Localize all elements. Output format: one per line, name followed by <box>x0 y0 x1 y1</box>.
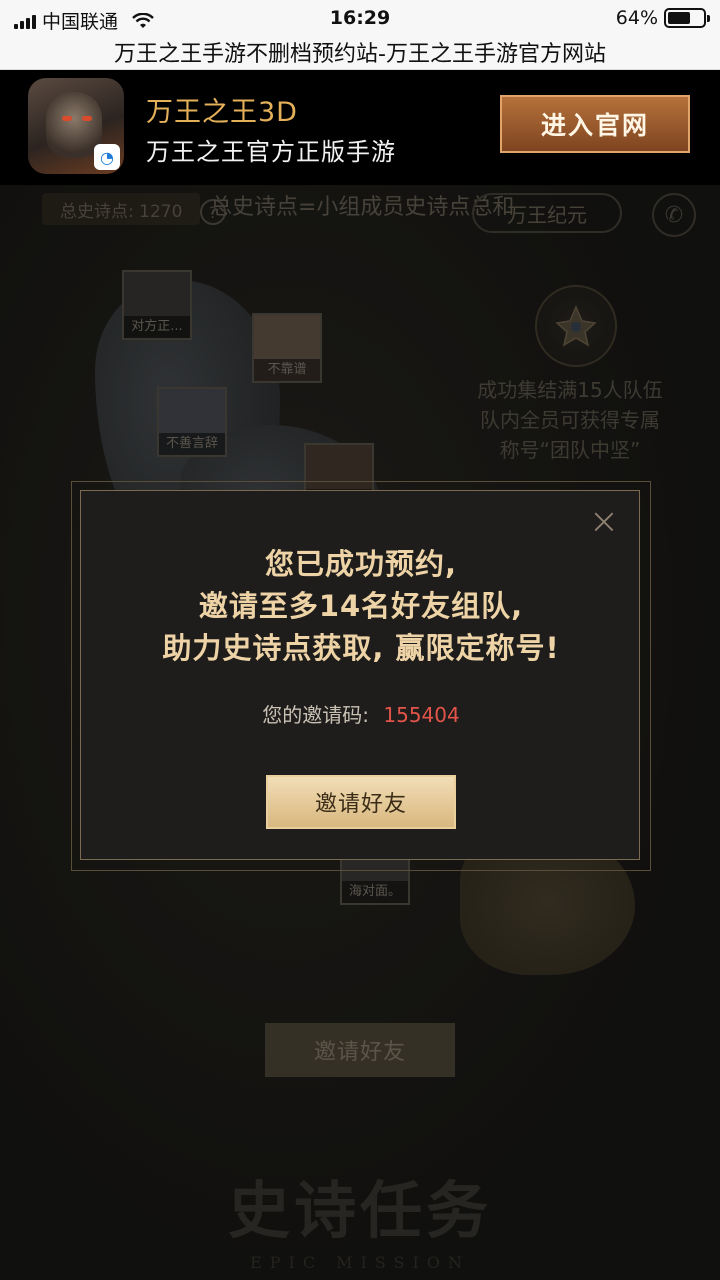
dialog-message: 您已成功预约, 邀请至多14名好友组队, 助力史诗点获取, 赢限定称号! <box>81 543 641 669</box>
screen: 中国联通 16:29 64% 万王之王手游不删档预约站-万王之王手游官方网站 ◔… <box>0 0 720 1280</box>
app-name: 万王之王3D <box>146 97 298 128</box>
invite-code-value: 155404 <box>383 703 460 727</box>
app-download-banner[interactable]: ◔ 万王之王3D 万王之王官方正版手游 进入官网 <box>0 70 720 185</box>
dialog-line: 您已成功预约, <box>264 547 458 581</box>
battery-percent: 64% <box>615 7 658 29</box>
app-subtitle: 万王之王官方正版手游 <box>146 138 396 166</box>
tencent-logo-icon: ◔ <box>94 144 120 170</box>
status-bar: 中国联通 16:29 64% <box>0 0 720 36</box>
reservation-success-dialog: × 您已成功预约, 邀请至多14名好友组队, 助力史诗点获取, 赢限定称号! 您… <box>71 481 651 871</box>
page-title-bar[interactable]: 万王之王手游不删档预约站-万王之王手游官方网站 <box>0 36 720 70</box>
close-icon[interactable]: × <box>587 504 621 541</box>
dialog-line: 邀请至多14名好友组队, <box>198 589 524 623</box>
clock: 16:29 <box>329 7 391 29</box>
invite-code-label: 您的邀请码: <box>262 703 370 727</box>
invite-friends-button[interactable]: 邀请好友 <box>266 775 456 829</box>
battery-fill <box>668 12 690 24</box>
page-title: 万王之王手游不删档预约站-万王之王手游官方网站 <box>114 42 606 67</box>
app-icon[interactable]: ◔ <box>28 78 124 174</box>
battery-icon <box>664 8 710 28</box>
invite-code-row: 您的邀请码: 155404 <box>81 699 641 728</box>
enter-official-site-button[interactable]: 进入官网 <box>500 95 690 153</box>
status-right: 64% <box>615 7 710 29</box>
dialog-line: 助力史诗点获取, 赢限定称号! <box>162 631 560 665</box>
